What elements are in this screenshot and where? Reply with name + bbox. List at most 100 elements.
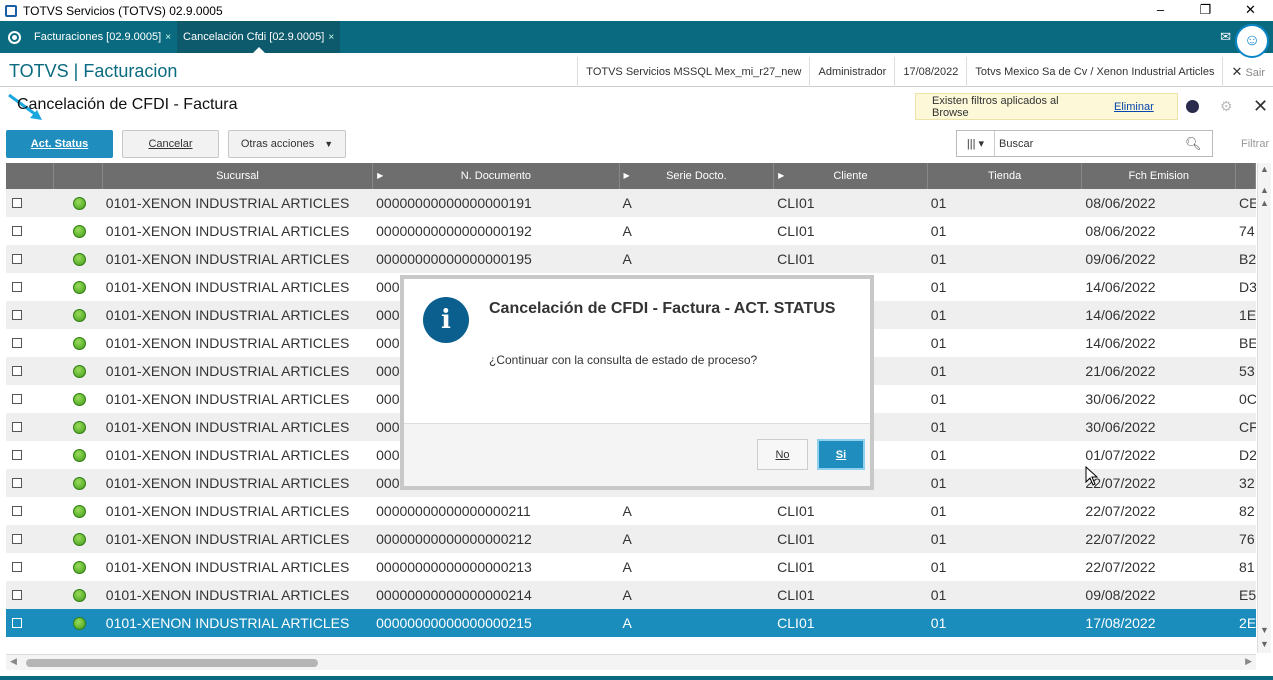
status-cell: [54, 308, 103, 322]
column-header-cliente[interactable]: ▶ Cliente: [774, 163, 928, 189]
home-icon[interactable]: [0, 21, 28, 53]
mouse-pointer-icon: [1085, 466, 1099, 486]
vertical-scrollbar[interactable]: ▲ ▲ ▲ ▼ ▼: [1257, 163, 1271, 653]
close-icon[interactable]: ✕: [1253, 96, 1268, 117]
table-row[interactable]: 0101-XENON INDUSTRIAL ARTICLES 0000000000…: [6, 609, 1256, 637]
column-header-extra[interactable]: [1236, 163, 1256, 189]
column-header-fecha[interactable]: Fch Emision: [1082, 163, 1237, 189]
row-checkbox[interactable]: [12, 394, 22, 404]
si-button[interactable]: Si: [817, 439, 865, 470]
close-window-button[interactable]: ✕: [1228, 0, 1273, 21]
otras-acciones-button[interactable]: Otras acciones ▼: [228, 130, 346, 158]
cell-tienda: 01: [930, 335, 947, 351]
row-checkbox[interactable]: [12, 534, 22, 544]
row-checkbox[interactable]: [12, 422, 22, 432]
tab-close-icon[interactable]: ×: [165, 32, 171, 43]
status-cell: [54, 252, 103, 266]
mail-icon[interactable]: ✉: [1220, 29, 1231, 45]
grid-header: Sucursal ▶ N. Documento ▶ Serie Docto. ▶ Cl…: [6, 163, 1256, 189]
cell-serie: A: [622, 251, 632, 267]
scroll-up-icon[interactable]: ▲: [1258, 163, 1271, 176]
table-row[interactable]: 0101-XENON INDUSTRIAL ARTICLES 0000000000…: [6, 525, 1256, 553]
search-input[interactable]: [995, 132, 1185, 155]
no-button[interactable]: No: [757, 439, 808, 470]
column-header-serie[interactable]: ▶ Serie Docto.: [620, 163, 775, 189]
dialog-body: i Cancelación de CFDI - Factura - ACT. S…: [404, 279, 870, 423]
gear-icon[interactable]: ⚙: [1220, 98, 1233, 115]
scroll-up-icon[interactable]: ▲: [1258, 184, 1271, 197]
row-checkbox[interactable]: [12, 282, 22, 292]
cell-serie: A: [622, 503, 632, 519]
remove-filter-link[interactable]: Eliminar: [1090, 101, 1154, 113]
cancelar-button[interactable]: Cancelar: [122, 130, 219, 158]
row-checkbox[interactable]: [12, 450, 22, 460]
scroll-down-icon[interactable]: ▼: [1258, 624, 1271, 637]
row-checkbox[interactable]: [12, 310, 22, 320]
chevron-down-icon: ▼: [324, 139, 334, 149]
tab-cancelacion-cfdi[interactable]: Cancelación Cfdi [02.9.0005] ×: [177, 21, 341, 53]
table-row[interactable]: 0101-XENON INDUSTRIAL ARTICLES 0000000000…: [6, 497, 1256, 525]
horizontal-scrollbar[interactable]: ◀ ▶: [6, 654, 1256, 670]
cell-tienda: 01: [930, 391, 947, 407]
table-row[interactable]: 0101-XENON INDUSTRIAL ARTICLES 0000000000…: [6, 245, 1256, 273]
theme-icon[interactable]: [1186, 100, 1199, 113]
scroll-up-icon[interactable]: ▲: [1258, 197, 1271, 210]
cell-extra: CF: [1239, 419, 1256, 435]
scroll-down-icon[interactable]: ▼: [1258, 638, 1271, 651]
row-checkbox[interactable]: [12, 562, 22, 572]
scroll-thumb[interactable]: [26, 659, 318, 667]
tab-facturaciones[interactable]: Facturaciones [02.9.0005] ×: [28, 21, 177, 53]
column-header-check[interactable]: [6, 163, 54, 189]
act-status-button[interactable]: Act. Status: [6, 130, 113, 158]
cell-fecha: 22/07/2022: [1085, 475, 1156, 491]
row-checkbox[interactable]: [12, 478, 22, 488]
company-label: Totvs Mexico Sa de Cv / Xenon Industrial…: [966, 57, 1222, 87]
column-header-status[interactable]: [54, 163, 103, 189]
row-checkbox[interactable]: [12, 366, 22, 376]
table-row[interactable]: 0101-XENON INDUSTRIAL ARTICLES 0000000000…: [6, 553, 1256, 581]
row-checkbox[interactable]: [12, 618, 22, 628]
chat-assistant-icon[interactable]: ☺: [1235, 24, 1269, 58]
column-selector-icon[interactable]: ||| ▾: [957, 131, 995, 156]
row-checkbox[interactable]: [12, 590, 22, 600]
cell-extra: 74: [1239, 223, 1255, 239]
table-row[interactable]: 0101-XENON INDUSTRIAL ARTICLES 0000000000…: [6, 189, 1256, 217]
scroll-right-icon[interactable]: ▶: [1245, 656, 1252, 667]
cell-cliente: CLI01: [777, 195, 815, 211]
minimize-button[interactable]: –: [1138, 0, 1183, 21]
column-header-tienda[interactable]: Tienda: [928, 163, 1083, 189]
row-checkbox[interactable]: [12, 254, 22, 264]
row-checkbox-cell: [6, 391, 54, 407]
cell-sucursal: 0101-XENON INDUSTRIAL ARTICLES: [105, 279, 350, 295]
scroll-left-icon[interactable]: ◀: [10, 656, 17, 667]
cell-fecha: 21/06/2022: [1085, 363, 1156, 379]
cell-extra: 82: [1239, 503, 1255, 519]
column-header-documento[interactable]: ▶ N. Documento: [373, 163, 620, 189]
exit-button[interactable]: ✕ Sair: [1222, 57, 1273, 87]
status-dot-icon: [73, 308, 87, 322]
cell-documento: 00000000000000000195: [376, 251, 532, 267]
tab-bar: Facturaciones [02.9.0005] × Cancelación …: [0, 21, 1273, 58]
filtrar-link[interactable]: Filtrar: [1241, 138, 1269, 150]
row-checkbox[interactable]: [12, 338, 22, 348]
tab-label: Facturaciones [02.9.0005]: [34, 31, 162, 43]
search-icon[interactable]: 🔍︎: [1185, 136, 1202, 152]
column-header-sucursal[interactable]: Sucursal: [103, 163, 374, 189]
table-row[interactable]: 0101-XENON INDUSTRIAL ARTICLES 0000000000…: [6, 217, 1256, 245]
restore-button[interactable]: ❐: [1183, 0, 1228, 21]
status-dot-icon: [73, 616, 87, 630]
status-dot-icon: [73, 504, 87, 518]
status-cell: [54, 364, 103, 378]
cell-fecha: 14/06/2022: [1085, 279, 1156, 295]
tab-close-icon[interactable]: ×: [328, 32, 334, 43]
cell-cliente: CLI01: [777, 615, 815, 631]
row-checkbox[interactable]: [12, 506, 22, 516]
status-cell: [54, 420, 103, 434]
row-checkbox[interactable]: [12, 226, 22, 236]
window-titlebar: TOTVS Servicios (TOTVS) 02.9.0005 – ❐ ✕: [0, 0, 1273, 21]
window-controls: – ❐ ✕: [1138, 0, 1273, 21]
row-checkbox[interactable]: [12, 198, 22, 208]
cell-tienda: 01: [930, 307, 947, 323]
cell-sucursal: 0101-XENON INDUSTRIAL ARTICLES: [105, 223, 350, 239]
table-row[interactable]: 0101-XENON INDUSTRIAL ARTICLES 0000000000…: [6, 581, 1256, 609]
